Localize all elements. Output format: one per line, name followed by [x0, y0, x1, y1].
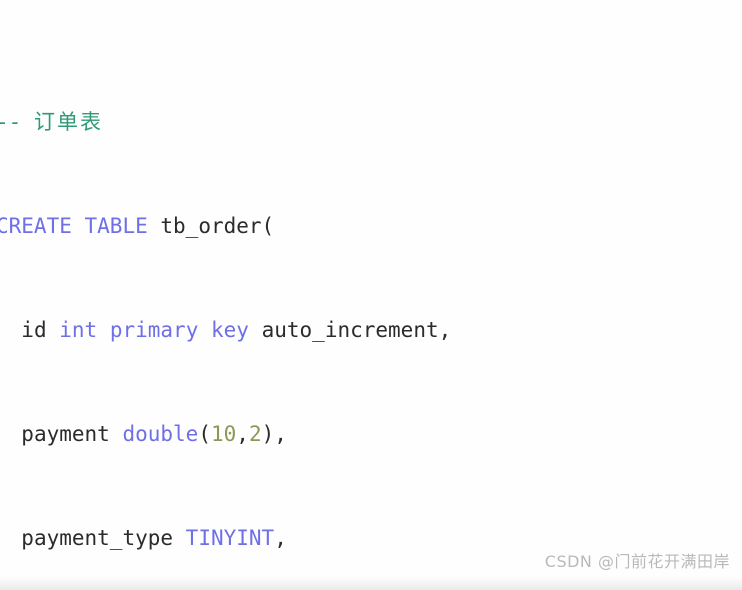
column-line-id-order: id int primary key auto_increment, [0, 317, 742, 343]
sql-code-screenshot: -- 订单表 CREATE TABLE tb_order( id int pri… [0, 0, 742, 590]
paren-close-1: ) [261, 422, 275, 446]
indent-3 [0, 526, 21, 550]
keyword-key-1: key [211, 318, 249, 342]
comma-1: , [236, 422, 249, 446]
keyword-table: TABLE [84, 214, 148, 238]
comment-text-order-table: 订单表 [33, 110, 103, 134]
indent-2 [0, 422, 21, 446]
comma-trailing-1: , [274, 422, 287, 446]
keyword-int-1: int [59, 318, 98, 342]
keyword-primary-1: primary [109, 318, 199, 342]
identifier-payment-type: payment_type [21, 526, 174, 550]
paren-open-1: ( [198, 422, 211, 446]
column-line-payment: payment double(10,2), [0, 421, 742, 447]
identifier-id: id [21, 318, 47, 342]
create-table-line-order: CREATE TABLE tb_order( [0, 213, 742, 239]
comma-trailing-2: , [274, 526, 287, 550]
number-2-1: 2 [248, 422, 262, 446]
keyword-double-1: double [122, 422, 199, 446]
code-area[interactable]: -- 订单表 CREATE TABLE tb_order( id int pri… [0, 5, 742, 590]
number-10-1: 10 [210, 422, 237, 446]
identifier-payment: payment [21, 422, 110, 446]
identifier-tb-order: tb_order( [160, 214, 275, 238]
comment-dashes: -- [0, 110, 22, 134]
csdn-watermark: CSDN @门前花开满田岸 [544, 552, 730, 571]
keyword-create: CREATE [0, 214, 72, 238]
identifier-auto-increment-1: auto_increment, [261, 318, 452, 342]
keyword-tinyint-1: TINYINT [185, 526, 275, 550]
indent-1 [0, 318, 21, 342]
comment-line-order-table: -- 订单表 [0, 109, 742, 135]
